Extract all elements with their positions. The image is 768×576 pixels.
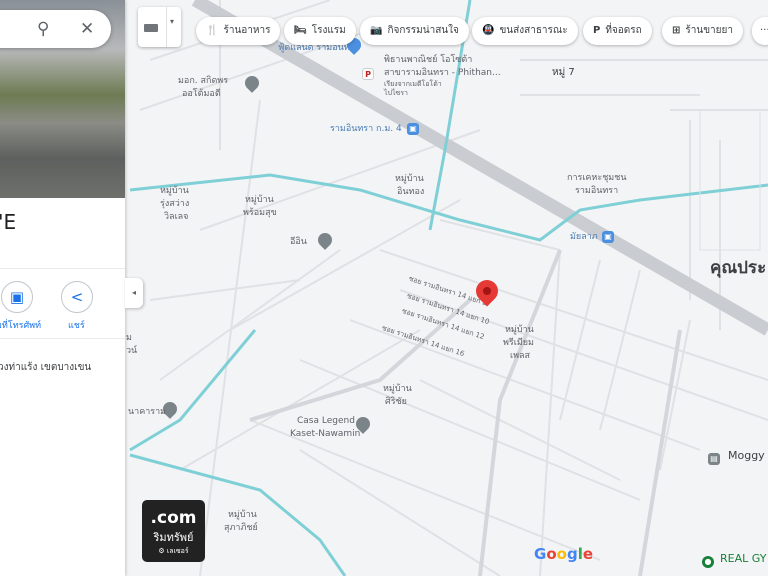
parking-icon: P bbox=[593, 25, 601, 36]
google-logo: Google bbox=[534, 545, 594, 563]
divider bbox=[0, 338, 125, 339]
chip-label: ร้านขายยา bbox=[685, 25, 733, 36]
map-label[interactable]: พิธานพาณิชย์ โอโซต้า bbox=[384, 54, 472, 66]
map-label: สุภาภิชย์ bbox=[224, 523, 258, 533]
layers-icon bbox=[144, 24, 158, 32]
chip-hotels[interactable]: 🛏 โรงแรม bbox=[284, 17, 356, 45]
map-label: หมู่บ้าน bbox=[228, 510, 257, 520]
transit-station-icon[interactable]: ▣ bbox=[602, 231, 614, 243]
chip-restaurants[interactable]: 🍴 ร้านอาหาร bbox=[196, 17, 281, 45]
chip-label: โรงแรม bbox=[311, 25, 346, 36]
watermark-logo: .com ริมทรัพย์ ⚙ เลเซอร์ bbox=[142, 500, 205, 562]
map-label[interactable]: คุณประ bbox=[710, 260, 766, 277]
phone-icon: ▣ bbox=[9, 288, 25, 306]
chip-pharmacy[interactable]: ⊞ ร้านขายยา bbox=[662, 17, 743, 45]
search-icon[interactable]: ⚲ bbox=[37, 19, 49, 39]
map-label: หมู่ 7 bbox=[552, 67, 575, 78]
map-label[interactable]: มัยลาภ bbox=[570, 231, 598, 243]
chip-transit[interactable]: 🚇 ขนส่งสาธารณะ bbox=[472, 17, 578, 45]
map-label: หมู่บ้าน bbox=[383, 384, 412, 394]
map-label: รามอินทรา bbox=[575, 186, 619, 196]
map-label: นาคาราม bbox=[128, 407, 167, 417]
place-title: 'E bbox=[0, 210, 17, 234]
map-label: เรียงจากเมตีโอโต้า bbox=[384, 80, 442, 88]
map-label: หมู่บ้าน bbox=[160, 186, 189, 196]
map-label: ไปไซรา bbox=[384, 89, 408, 97]
map-label: ศิริชัย bbox=[385, 397, 407, 407]
share-icon: < bbox=[70, 288, 84, 306]
gym-icon[interactable]: ● bbox=[702, 556, 714, 568]
collapse-panel-button[interactable]: ◂ bbox=[125, 278, 143, 308]
chip-label: กิจกรรมน่าสนใจ bbox=[387, 25, 459, 36]
map-label: อินทอง bbox=[397, 187, 425, 197]
pharmacy-icon: ⊞ bbox=[672, 25, 681, 36]
share-label[interactable]: แชร์ bbox=[68, 318, 85, 332]
map-label[interactable]: สาขารามอินทรา - Phithan... bbox=[384, 67, 501, 79]
search-box[interactable]: ⚲ ✕ bbox=[0, 10, 111, 48]
parking-icon[interactable]: P bbox=[362, 68, 374, 80]
phone-button[interactable]: ▣ bbox=[1, 281, 33, 313]
place-panel: ⚲ ✕ 'E ▣ มที่โทรศัพท์ < แชร์ วงท่าแร้ง เ… bbox=[0, 0, 125, 576]
map-label: รุ่งสว่าง bbox=[160, 199, 190, 209]
map-label[interactable]: Casa Legend bbox=[297, 415, 355, 427]
map-label: วน์ bbox=[126, 346, 138, 356]
map-label: หมู่บ้าน bbox=[505, 325, 534, 335]
hotel-icon: 🛏 bbox=[294, 25, 307, 36]
restaurant-icon: 🍴 bbox=[206, 25, 219, 36]
map-label[interactable]: อีอิน bbox=[290, 236, 307, 248]
store-icon[interactable]: ▤ bbox=[708, 453, 720, 465]
map-label: พรีเมียม bbox=[503, 338, 534, 348]
map-label: พร้อมสุข bbox=[243, 208, 277, 218]
map-label[interactable]: มอก. สกิดพร bbox=[178, 75, 228, 87]
layers-button[interactable]: ▾ bbox=[138, 7, 181, 47]
chip-parking[interactable]: P ที่จอดรถ bbox=[583, 17, 652, 45]
map-label[interactable]: Kaset-Nawamin bbox=[290, 428, 360, 440]
map-label[interactable]: REAL GY bbox=[720, 553, 766, 565]
place-address: วงท่าแร้ง เขตบางเขน bbox=[0, 362, 92, 373]
map-label: วิลเลจ bbox=[164, 212, 189, 222]
map-label: ม bbox=[126, 333, 132, 343]
share-button[interactable]: < bbox=[61, 281, 93, 313]
chip-label: ร้านอาหาร bbox=[223, 25, 271, 36]
map-label: เพลส bbox=[510, 351, 531, 361]
map-label[interactable]: Moggy bbox=[728, 450, 765, 462]
map-label[interactable]: ออโต้มอตี bbox=[182, 88, 221, 100]
chip-label: ขนส่งสาธารณะ bbox=[499, 25, 568, 36]
chip-label: ที่จอดรถ bbox=[605, 25, 642, 36]
close-icon[interactable]: ✕ bbox=[80, 19, 94, 39]
camera-icon: 📷 bbox=[370, 25, 383, 36]
more-icon: ··· bbox=[760, 25, 768, 36]
phone-label[interactable]: มที่โทรศัพท์ bbox=[0, 318, 41, 332]
transit-icon: 🚇 bbox=[482, 25, 495, 36]
map-label: การเคหะชุมชน bbox=[567, 173, 627, 183]
divider bbox=[0, 268, 125, 269]
chip-things-to-do[interactable]: 📷 กิจกรรมน่าสนใจ bbox=[360, 17, 469, 45]
chevron-down-icon[interactable]: ▾ bbox=[170, 17, 174, 26]
map-label: หมู่บ้าน bbox=[245, 195, 274, 205]
transit-station-icon[interactable]: ▣ bbox=[407, 123, 419, 135]
map-label: หมู่บ้าน bbox=[395, 174, 424, 184]
map-label[interactable]: รามอินทรา ก.ม. 4 bbox=[330, 123, 402, 135]
